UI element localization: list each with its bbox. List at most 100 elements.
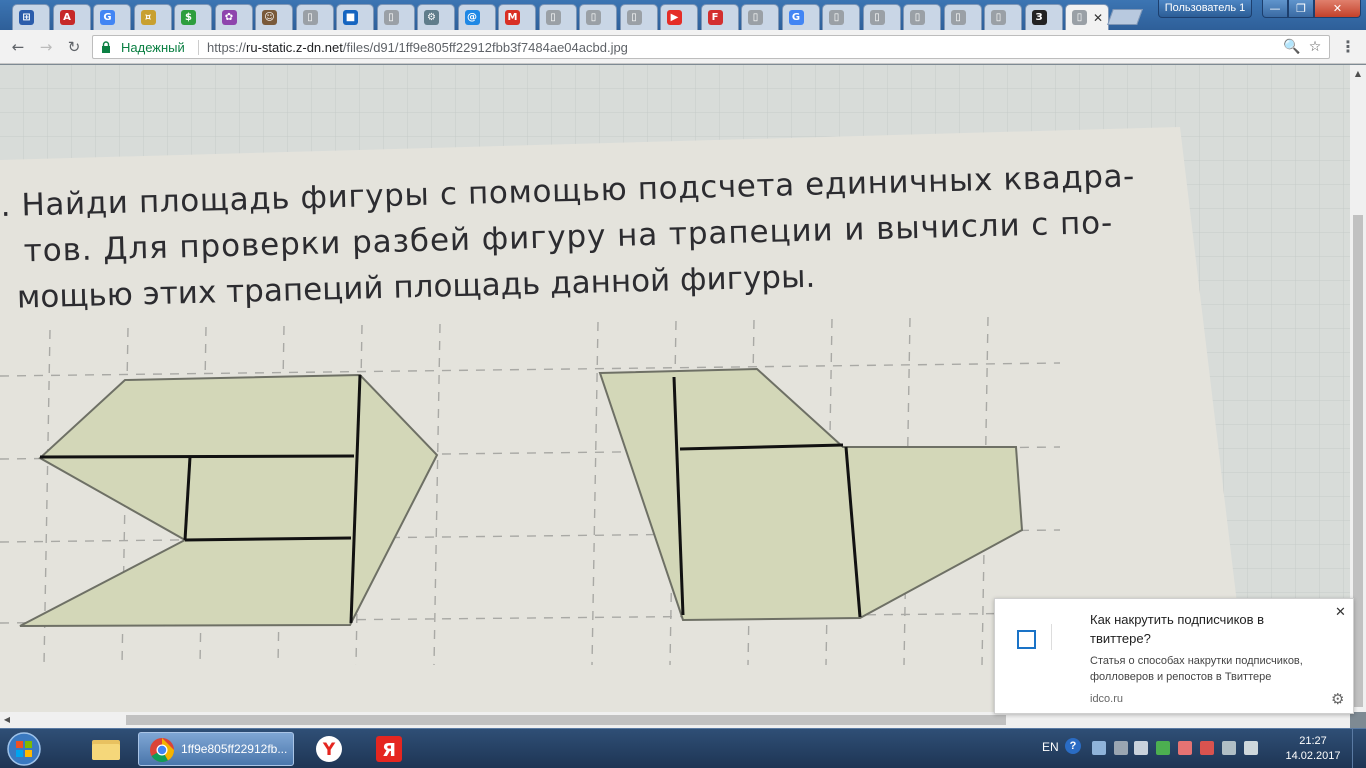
close-tab-icon[interactable]: ✕	[1093, 11, 1103, 25]
tab[interactable]: ▯	[538, 4, 577, 30]
page-icon: ▯	[950, 10, 966, 25]
page-icon: ▯	[302, 10, 318, 25]
security-icon[interactable]	[1156, 741, 1170, 755]
back-button[interactable]: ←	[8, 37, 28, 57]
tab[interactable]: A	[52, 4, 91, 30]
tab[interactable]: ¤	[133, 4, 172, 30]
zoom-icon[interactable]: 🔍	[1283, 38, 1301, 56]
notification-app-icon	[1017, 630, 1036, 649]
vertical-scroll-thumb[interactable]	[1353, 215, 1363, 707]
taskbar-chrome-window[interactable]: 1ff9e805ff22912fb...	[138, 732, 294, 766]
svg-text:Y: Y	[322, 740, 336, 760]
device-icon[interactable]	[1222, 741, 1236, 755]
profile-button[interactable]: Пользователь 1	[1158, 0, 1252, 18]
volume-icon[interactable]	[1244, 741, 1258, 755]
explorer-icon[interactable]	[82, 732, 130, 766]
tab[interactable]: ▯	[984, 4, 1022, 30]
coins-icon: ¤	[140, 10, 156, 25]
flower-icon: ✿	[221, 10, 237, 25]
secure-label: Надежный	[121, 40, 185, 55]
tab[interactable]: ▶	[660, 4, 698, 30]
tab[interactable]: M	[498, 4, 536, 30]
yandex-icon[interactable]: Я	[368, 732, 410, 766]
page-icon: ▯	[991, 10, 1006, 25]
minimize-button[interactable]: —	[1262, 0, 1288, 18]
address-bar[interactable]: Надежный https://ru-static.z-dn.net/file…	[92, 35, 1330, 59]
scroll-up-icon[interactable]: ▲	[1350, 67, 1366, 81]
tray-app-icon[interactable]	[1178, 741, 1192, 755]
tab[interactable]: ■	[336, 4, 374, 30]
gear-wheel-icon: ⚙	[424, 10, 439, 25]
tab[interactable]: G	[781, 4, 820, 30]
network-icon[interactable]	[1114, 741, 1128, 755]
clock-date: 14.02.2017	[1285, 750, 1341, 762]
dollar-icon: $	[181, 10, 196, 25]
tab[interactable]: ▯	[376, 4, 415, 30]
tab[interactable]: ▯	[943, 4, 982, 30]
tab-strip: ⊞ A G ¤ $ ✿ ☺ ▯ ■ ▯ ⚙ @ M ▯ ▯ ▯ ▶ F ▯ G ▯ ▯ ▯ ▯ ▯ З ▯ ✕ Пользовател…	[0, 0, 1366, 30]
page-icon: ▯	[829, 10, 844, 25]
close-window-button[interactable]: ✕	[1314, 0, 1361, 18]
show-desktop-button[interactable]	[1352, 729, 1366, 768]
svg-text:Я: Я	[382, 740, 396, 761]
google-icon: G	[100, 10, 115, 25]
tab[interactable]: ⊞	[12, 4, 50, 30]
notification-source: idco.ru	[1090, 693, 1124, 705]
tab[interactable]: @	[457, 4, 496, 30]
tab[interactable]: ▯	[579, 4, 617, 30]
tab[interactable]: ▯	[619, 4, 658, 30]
reload-button[interactable]: ↻	[64, 37, 84, 57]
url-path: /files/d91/1ff9e805ff22912fbb3f7484ae04a…	[342, 40, 628, 55]
tab[interactable]: ▯	[822, 4, 860, 30]
chrome-icon	[150, 738, 174, 763]
link-icon[interactable]	[1134, 741, 1148, 755]
tab[interactable]: ▯	[295, 4, 334, 30]
tab[interactable]: ⚙	[417, 4, 455, 30]
tab[interactable]: ✿	[214, 4, 253, 30]
taskbar-chrome-label: 1ff9e805ff22912fb...	[181, 742, 288, 756]
tab[interactable]: ▯	[741, 4, 779, 30]
page-icon: ▯	[1072, 10, 1087, 25]
yandex-browser-icon[interactable]: Y	[308, 732, 350, 766]
tab[interactable]: F	[700, 4, 739, 30]
browser-toolbar: ← → ↻ Надежный https://ru-static.z-dn.ne…	[0, 30, 1366, 64]
bookmark-star-icon[interactable]: ☆	[1306, 38, 1324, 56]
avatar-icon: ☺	[262, 10, 277, 25]
page-icon: ▯	[910, 10, 925, 25]
lock-icon	[102, 41, 110, 53]
tray-app-icon[interactable]	[1200, 741, 1214, 755]
close-icon[interactable]: ✕	[1335, 605, 1346, 620]
google-icon: G	[788, 10, 804, 25]
horizontal-scrollbar[interactable]: ◀	[0, 712, 1350, 728]
tab[interactable]: ▯	[862, 4, 901, 30]
url-scheme: https://	[207, 40, 247, 55]
gear-icon[interactable]: ⚙	[1331, 690, 1344, 708]
forward-button[interactable]: →	[36, 37, 56, 57]
chrome-menu-button[interactable]: ⋮	[1338, 37, 1358, 57]
help-icon[interactable]: ?	[1065, 738, 1081, 754]
tab[interactable]: З	[1024, 4, 1063, 30]
at-icon: @	[464, 10, 480, 25]
notification-body: Статья о способах накрутки подписчиков, …	[1090, 655, 1303, 683]
new-tab-button[interactable]	[1107, 9, 1143, 25]
gmail-icon: M	[505, 10, 520, 25]
scroll-left-icon[interactable]: ◀	[0, 712, 14, 728]
notification-popup[interactable]: Как накрутить подписчиков в твиттере? Ст…	[994, 598, 1354, 714]
url-text[interactable]: https://ru-static.z-dn.net/files/d91/1ff…	[207, 40, 628, 55]
page-icon: ▯	[869, 10, 885, 25]
horizontal-scroll-thumb[interactable]	[126, 715, 1006, 725]
tray-arrow-icon[interactable]	[1092, 741, 1106, 755]
page-icon: ▯	[626, 10, 642, 25]
pdf-icon: A	[59, 10, 75, 25]
language-indicator[interactable]: EN	[1042, 740, 1059, 754]
tab[interactable]: G	[93, 4, 131, 30]
tab[interactable]: ▯	[903, 4, 941, 30]
start-button[interactable]	[4, 731, 44, 767]
page-icon: ▯	[383, 10, 399, 25]
maximize-button[interactable]: ❐	[1288, 0, 1314, 18]
clock[interactable]: 21:27 14.02.2017	[1278, 734, 1348, 764]
tab[interactable]: ☺	[255, 4, 293, 30]
notification-title: Как накрутить подписчиков в твиттере?	[1090, 612, 1265, 646]
tab[interactable]: $	[174, 4, 212, 30]
tab-active[interactable]: ▯ ✕	[1065, 4, 1109, 30]
